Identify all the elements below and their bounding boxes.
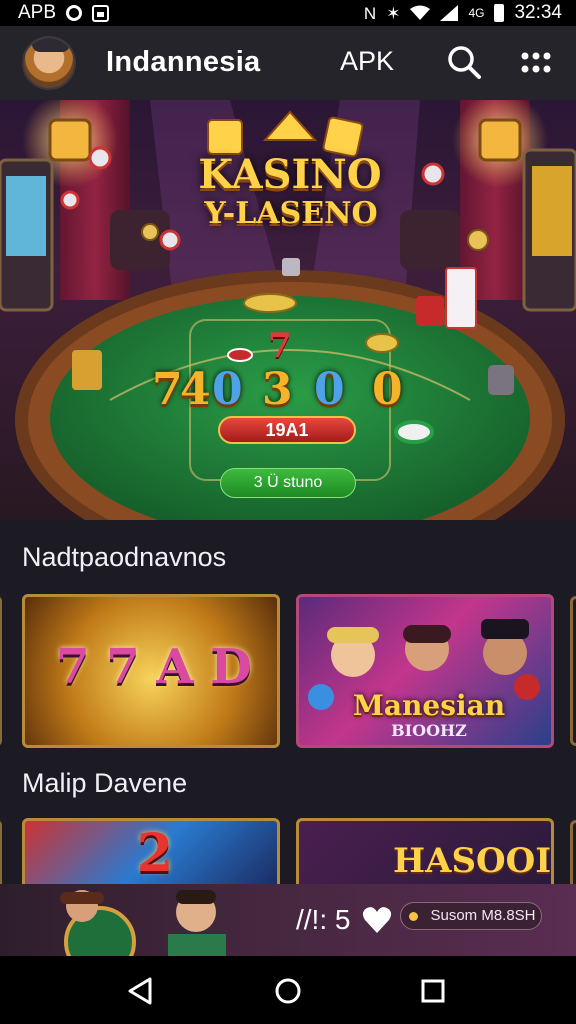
game-card-partial[interactable] xyxy=(570,820,576,890)
recents-icon[interactable] xyxy=(418,976,448,1006)
game-card-label: HASOOI xyxy=(393,841,552,881)
ring-icon xyxy=(66,5,83,21)
game-card-hasooi[interactable]: HASOOI xyxy=(296,818,554,894)
clock: 32:34 xyxy=(514,2,562,23)
game-card-label: 2 xyxy=(136,823,174,884)
app-box-icon xyxy=(92,4,110,22)
hero-cta-button[interactable]: 3 Ü stuno xyxy=(220,468,356,498)
promo-count: //!: 5 xyxy=(296,904,351,935)
game-card-manesian[interactable]: Manesian BIOOHZ xyxy=(296,594,554,748)
section-title: Nadtpaodnavnos xyxy=(22,542,227,572)
hero-banner[interactable]: KASINO Y-LASENO 7 7 4 0 3 0 0 19A1 3 Ü s… xyxy=(0,100,576,520)
bluetooth-icon: ✶ xyxy=(386,3,401,23)
heart-icon[interactable] xyxy=(362,906,392,934)
section-title: Malip Davene xyxy=(22,768,188,798)
game-card-partial[interactable] xyxy=(570,596,576,746)
search-icon[interactable] xyxy=(446,44,482,80)
hero-logo-line2: Y-LASENO xyxy=(204,196,378,231)
hero-digit: 4 xyxy=(180,364,211,415)
hero-red-number: 7 xyxy=(268,326,292,366)
grid-menu-icon[interactable] xyxy=(520,50,552,76)
promo-pill-button[interactable]: Susom M8.8SH xyxy=(400,902,542,930)
game-card-partial[interactable] xyxy=(0,596,2,746)
network-label: 4G xyxy=(468,6,485,20)
signal-icon xyxy=(440,5,459,21)
hero-digit: 3 xyxy=(262,364,293,415)
app-header: Indannesia APK xyxy=(0,26,576,100)
page-title: Indannesia xyxy=(106,46,261,78)
home-icon[interactable] xyxy=(273,976,303,1006)
game-card-label-line2: BIOOHZ xyxy=(391,721,467,740)
system-nav-bar xyxy=(0,956,576,1024)
wifi-icon xyxy=(410,5,431,20)
game-card-label: 7 7 A D xyxy=(56,639,252,695)
game-card-partial[interactable] xyxy=(0,820,2,890)
hero-digit: 0 xyxy=(314,364,345,415)
jackpot-badge: 19A1 xyxy=(218,416,356,444)
apk-button[interactable]: APK xyxy=(340,46,394,77)
status-bar: APB N ✶ 4G 32:34 xyxy=(0,0,576,26)
back-icon[interactable] xyxy=(126,976,156,1006)
hero-digit: 0 xyxy=(212,364,243,415)
hero-digit: 0 xyxy=(372,364,403,415)
promo-characters-illustration xyxy=(60,890,226,956)
avatar[interactable] xyxy=(22,36,76,90)
carrier-label: APB xyxy=(18,2,57,23)
hero-logo-line1: KASINO xyxy=(198,151,382,198)
battery-icon xyxy=(494,4,505,22)
game-card-jackpot[interactable]: 2 xyxy=(22,818,280,894)
nfc-icon: N xyxy=(363,3,377,23)
game-card-slots[interactable]: 7 7 A D xyxy=(22,594,280,748)
game-card-label-line1: Manesian xyxy=(352,689,506,722)
hero-digit: 7 xyxy=(152,364,183,415)
